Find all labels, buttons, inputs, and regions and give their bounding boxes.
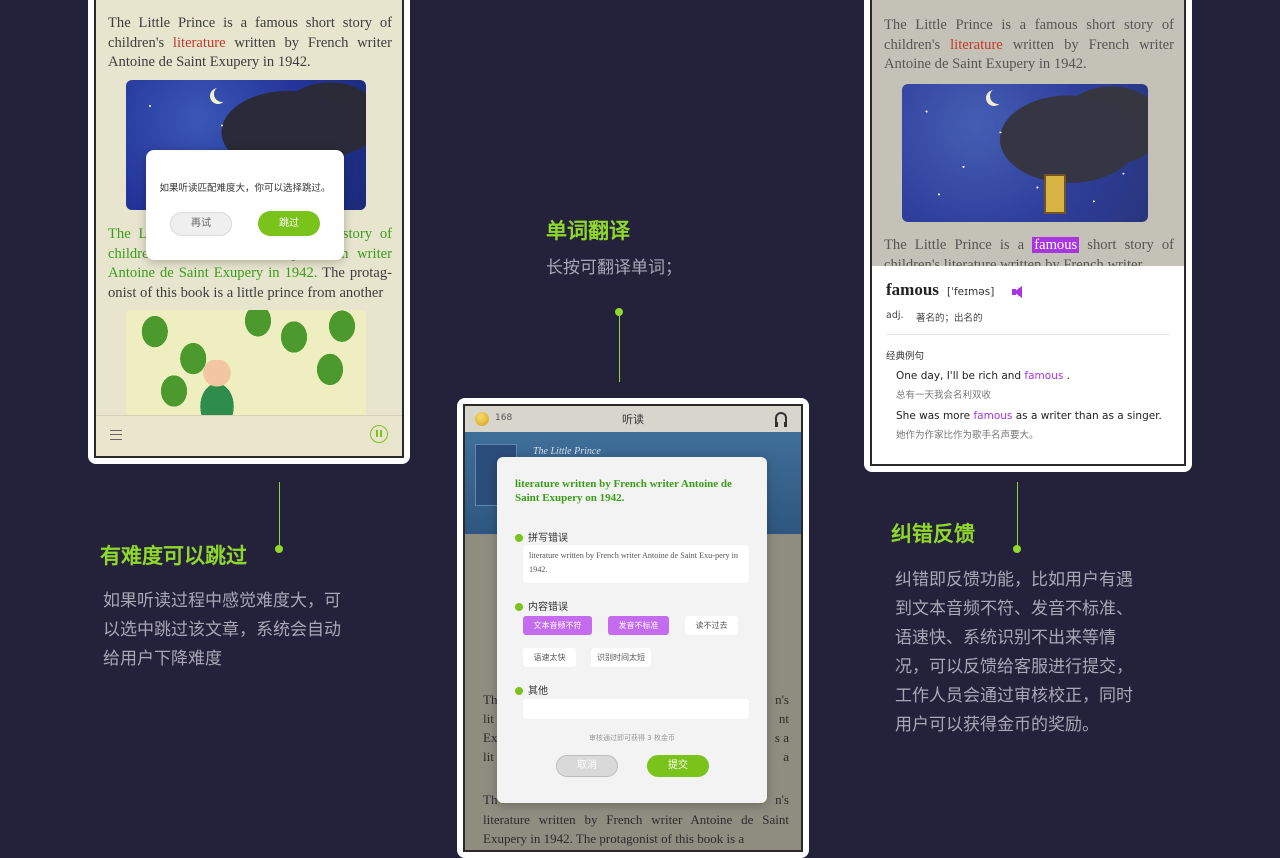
word-phonetic: [ˈfeɪməs] xyxy=(947,286,995,298)
book-paragraph-1[interactable]: The Little Prince is a famous short stor… xyxy=(884,16,1174,75)
word-pos: adj. xyxy=(886,310,904,321)
background-text-left: Th lit Ex lit xyxy=(483,692,498,764)
listen-header: 168 听读 xyxy=(465,406,801,432)
skip-section-desc: 如果听读过程中感觉难度大，可 以选中跳过该文章，系统会自动 给用户下降难度 xyxy=(103,591,341,669)
translate-section-title: 单词翻译 xyxy=(546,219,630,243)
skip-dialog-message: 如果听读匹配难度大，你可以选择跳过。 xyxy=(159,183,331,194)
spelling-error-label: 拼写错误 xyxy=(515,529,568,544)
feedback-dialog: literature written by French writer Anto… xyxy=(497,457,767,803)
reader-toolbar xyxy=(96,415,402,456)
feedback-section-desc: 纠错即反馈功能，比如用户有遇 到文本音频不符、发音不标准、 语速快、系统识别不出… xyxy=(895,570,1133,735)
bullet-icon xyxy=(515,534,523,542)
feedback-section-title: 纠错反馈 xyxy=(891,522,975,546)
quote-text: literature written by French writer Anto… xyxy=(515,478,732,504)
examples-title: 经典例句 xyxy=(886,351,925,362)
connector-line-translate xyxy=(619,314,620,382)
tag-cannot-pass[interactable]: 读不过去 xyxy=(685,616,738,635)
other-input[interactable] xyxy=(523,699,749,719)
word-headword: famous xyxy=(886,280,939,299)
skip-dialog: 如果听读匹配难度大，你可以选择跳过。 再试 跳过 xyxy=(146,150,344,260)
bullet-icon xyxy=(515,603,523,611)
moon-icon xyxy=(990,88,1006,104)
highlighted-word[interactable]: literature xyxy=(950,37,1003,53)
window-figure xyxy=(1044,174,1066,214)
reward-hint: 审核通过即可获得 3 枚金币 xyxy=(589,734,675,742)
submit-button[interactable]: 提交 xyxy=(647,755,709,777)
connector-line-skip xyxy=(279,482,280,548)
book-title: The Little Prince xyxy=(533,446,601,457)
listen-screen: 168 听读 The Little Prince Th lit Ex lit n… xyxy=(463,404,803,852)
connector-line-feedback xyxy=(1017,482,1018,546)
highlighted-word[interactable]: literature xyxy=(173,35,226,51)
tag-recognition-short[interactable]: 识别时间太短 xyxy=(591,648,651,667)
book-paragraph-1[interactable]: The Little Prince is a famous short stor… xyxy=(108,14,392,73)
other-label: 其他 xyxy=(515,682,548,697)
pause-icon[interactable] xyxy=(370,425,388,443)
little-prince-figure xyxy=(200,360,234,418)
example-1-cn: 总有一天我会名利双收 xyxy=(896,390,992,401)
tag-too-fast[interactable]: 语速太快 xyxy=(523,648,576,667)
connector-dot-feedback xyxy=(1013,545,1021,553)
panel-divider xyxy=(886,334,1170,335)
connector-dot-skip xyxy=(275,545,283,553)
night-sky-illustration xyxy=(902,84,1148,222)
translate-screen: The Little Prince is a famous short stor… xyxy=(870,0,1186,466)
tag-text-audio-mismatch[interactable]: 文本音频不符 xyxy=(523,616,592,635)
retry-button[interactable]: 再试 xyxy=(170,212,232,236)
word-meaning: 著名的；出名的 xyxy=(916,313,983,324)
spelling-error-field[interactable]: literature written by French writer Anto… xyxy=(523,545,749,583)
example-1: One day, I'll be rich and famous . xyxy=(896,370,1071,382)
listen-title: 听读 xyxy=(622,413,644,426)
background-text-right: n's nt s a a xyxy=(774,692,789,764)
selected-word[interactable]: famous xyxy=(1032,237,1080,253)
bottom-paragraph[interactable]: literature written by French writer Anto… xyxy=(483,810,789,848)
bullet-icon xyxy=(515,687,523,695)
tag-pronunciation[interactable]: 发音不标准 xyxy=(608,616,669,635)
reader-screen: The Little Prince is a famous short stor… xyxy=(94,0,404,458)
cancel-button[interactable]: 取消 xyxy=(556,755,618,777)
prince-leaves-illustration xyxy=(126,310,366,418)
device-feedback: 168 听读 The Little Prince Th lit Ex lit n… xyxy=(457,398,809,858)
moon-icon xyxy=(214,86,230,102)
example-2-cn: 她作为作家比作为歌手名声要大。 xyxy=(896,430,1039,441)
translate-section-desc: 长按可翻译单词； xyxy=(546,258,682,278)
menu-icon[interactable] xyxy=(110,430,122,440)
translation-panel: famous [ˈfeɪməs] adj. 著名的；出名的 经典例句 One d… xyxy=(872,266,1184,464)
speaker-icon[interactable] xyxy=(1012,286,1022,298)
content-error-label: 内容错误 xyxy=(515,598,568,613)
device-translate: The Little Prince is a famous short stor… xyxy=(864,0,1192,472)
example-2: She was more famous as a writer than as … xyxy=(896,410,1162,422)
skip-section-title: 有难度可以跳过 xyxy=(100,544,247,568)
headphone-icon[interactable] xyxy=(775,412,787,427)
skip-button[interactable]: 跳过 xyxy=(258,211,320,236)
device-skip: The Little Prince is a famous short stor… xyxy=(88,0,410,464)
